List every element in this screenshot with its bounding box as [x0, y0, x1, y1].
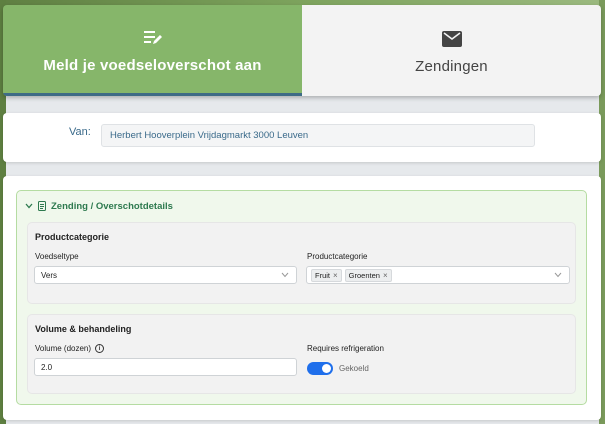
tab-label: Zendingen	[415, 58, 488, 75]
edit-list-icon	[143, 25, 163, 51]
toggle-knob	[322, 364, 331, 373]
productcategory-section: Productcategorie Voedseltype Vers Produc…	[27, 222, 576, 304]
section-title: Productcategorie	[35, 232, 110, 242]
refrigeration-state: Gekoeld	[339, 364, 369, 373]
main-card: Zending / Overschotdetails Productcatego…	[3, 176, 601, 420]
refrigeration-toggle[interactable]	[307, 362, 333, 375]
chevron-down-icon	[281, 272, 289, 278]
section-title: Volume & behandeling	[35, 324, 132, 334]
zending-panel: Zending / Overschotdetails Productcatego…	[16, 190, 587, 405]
category-label: Productcategorie	[307, 252, 368, 261]
refrigeration-label: Requires refrigeration	[307, 344, 384, 353]
category-chip: Groenten ×	[344, 268, 392, 282]
chevron-down-icon	[25, 203, 33, 209]
chevron-down-icon	[554, 272, 562, 278]
food-type-label: Voedseltype	[35, 252, 79, 261]
tab-label: Meld je voedseloverschot aan	[43, 56, 262, 74]
info-icon[interactable]: i	[95, 344, 105, 353]
tab-meld-voedseloverschot[interactable]: Meld je voedseloverschot aan	[3, 5, 302, 96]
tab-bar: Meld je voedseloverschot aan Zendingen	[3, 5, 601, 96]
zending-title: Zending / Overschotdetails	[51, 200, 173, 212]
category-chip: Fruit ×	[311, 268, 342, 282]
remove-chip-icon[interactable]: ×	[383, 271, 388, 280]
from-card: Van: Herbert Hooverplein Vrijdagmarkt 30…	[3, 113, 601, 162]
volume-section: Volume & behandeling Volume (dozen) i 2.…	[27, 314, 576, 394]
document-icon	[38, 201, 46, 211]
zending-header[interactable]: Zending / Overschotdetails	[25, 199, 173, 213]
volume-input[interactable]: 2.0	[34, 358, 297, 376]
remove-chip-icon[interactable]: ×	[333, 271, 338, 280]
from-label: Van:	[69, 126, 91, 138]
mail-icon	[441, 26, 462, 52]
from-address-field[interactable]: Herbert Hooverplein Vrijdagmarkt 3000 Le…	[101, 124, 535, 147]
food-type-select[interactable]: Vers	[34, 266, 297, 284]
tab-zendingen[interactable]: Zendingen	[302, 5, 601, 96]
category-multiselect[interactable]: Fruit × Groenten ×	[306, 266, 570, 284]
volume-label: Volume (dozen) i	[35, 344, 105, 353]
